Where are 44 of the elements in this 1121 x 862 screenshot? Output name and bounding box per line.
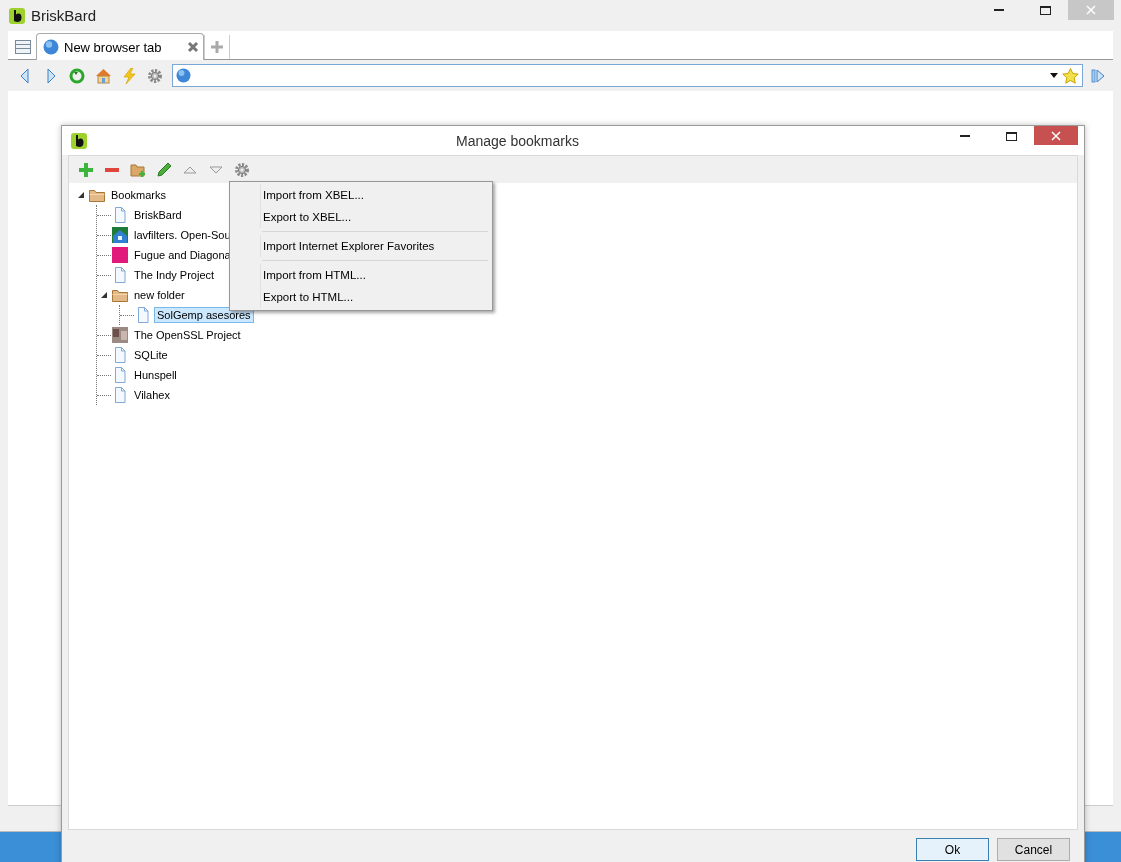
page-icon bbox=[112, 387, 128, 403]
page-icon bbox=[135, 307, 151, 323]
folder-icon bbox=[89, 187, 105, 203]
globe-icon bbox=[43, 39, 59, 55]
bookmark-item[interactable]: BriskBard bbox=[131, 207, 185, 223]
menu-item[interactable]: Import from XBEL... bbox=[232, 184, 490, 206]
menu-item[interactable]: Import from HTML... bbox=[232, 264, 490, 286]
ok-button[interactable]: Ok bbox=[916, 838, 989, 861]
window-title: BriskBard bbox=[31, 7, 98, 24]
site-icon bbox=[112, 247, 128, 263]
bookmark-item[interactable]: new folder bbox=[131, 287, 188, 303]
app-logo-icon bbox=[9, 7, 25, 24]
cancel-button[interactable]: Cancel bbox=[997, 838, 1070, 861]
star-icon[interactable] bbox=[1062, 67, 1079, 84]
page-icon bbox=[112, 347, 128, 363]
page-icon bbox=[112, 267, 128, 283]
bookmark-item[interactable]: SQLite bbox=[131, 347, 171, 363]
close-tab-icon[interactable] bbox=[187, 41, 199, 53]
bookmark-item[interactable]: Bookmarks bbox=[108, 187, 170, 203]
new-tab-icon[interactable] bbox=[204, 35, 230, 59]
page-icon bbox=[112, 207, 128, 223]
bookmark-item[interactable]: Hunspell bbox=[131, 367, 180, 383]
close-button[interactable] bbox=[1034, 126, 1078, 145]
bookmark-item[interactable]: SolGemp asesores bbox=[154, 307, 254, 323]
folder-icon bbox=[112, 287, 128, 303]
app-logo-icon bbox=[71, 132, 87, 149]
address-field[interactable] bbox=[172, 64, 1083, 87]
close-icon bbox=[1086, 5, 1096, 15]
page-icon bbox=[112, 367, 128, 383]
maximize-icon[interactable] bbox=[1039, 5, 1051, 15]
menu-item[interactable]: Import Internet Explorer Favorites bbox=[232, 235, 490, 257]
bookmark-item[interactable]: The Indy Project bbox=[131, 267, 218, 283]
maximize-icon[interactable] bbox=[1005, 131, 1017, 141]
bookmark-item[interactable]: Vilahex bbox=[131, 387, 173, 403]
close-icon bbox=[1051, 130, 1061, 141]
site-icon bbox=[112, 227, 128, 243]
site-icon bbox=[112, 327, 128, 343]
menu-item[interactable]: Export to XBEL... bbox=[232, 206, 490, 228]
globe-icon bbox=[176, 68, 191, 83]
menu-item[interactable]: Export to HTML... bbox=[232, 286, 490, 308]
browser-tab[interactable]: New browser tab bbox=[36, 33, 204, 60]
bookmark-item[interactable]: The OpenSSL Project bbox=[131, 327, 244, 343]
dropdown-caret-icon[interactable] bbox=[1050, 73, 1058, 78]
dialog-title: Manage bookmarks bbox=[455, 132, 580, 149]
